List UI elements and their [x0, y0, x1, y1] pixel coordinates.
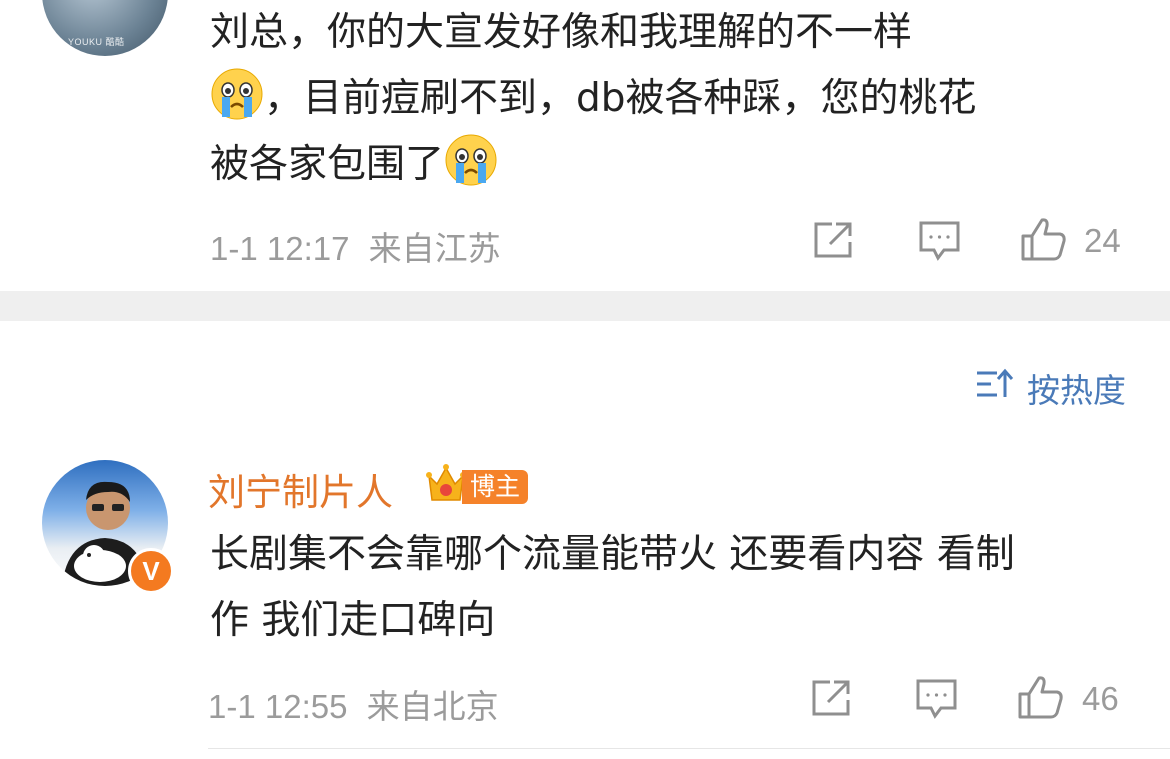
verified-badge: V	[128, 548, 174, 594]
like-icon[interactable]	[1017, 674, 1065, 724]
share-icon[interactable]	[810, 678, 854, 722]
share-icon[interactable]	[812, 220, 856, 264]
username[interactable]: 刘宁制片人	[208, 462, 393, 516]
comment-text-segment: ，目前痘刷不到，db被各种踩，您的桃花	[264, 76, 977, 121]
crown-icon	[425, 462, 467, 510]
section-divider	[0, 291, 1170, 321]
comment-icon[interactable]	[918, 220, 962, 266]
like-icon[interactable]	[1020, 216, 1068, 266]
comment-date: 1-1 12:55	[208, 688, 348, 725]
comment-source: 来自北京	[366, 688, 499, 725]
avatar[interactable]: YOUKU 酷酷	[42, 0, 168, 56]
comment-date: 1-1 12:17	[210, 230, 350, 267]
blogger-badge: 博主	[462, 470, 529, 504]
avatar-watermark: YOUKU 酷酷	[68, 37, 125, 47]
comment-meta: 1-1 12:55 来自北京	[208, 680, 499, 728]
row-divider	[208, 748, 1170, 749]
comment-text-line: 被各家包围了	[210, 132, 498, 198]
like-count: 46	[1082, 680, 1119, 717]
sort-label: 按热度	[1027, 371, 1126, 410]
comment-text-line: ，目前痘刷不到，db被各种踩，您的桃花	[210, 66, 977, 132]
comment-text-line: 长剧集不会靠哪个流量能带火 还要看内容 看制	[210, 532, 1015, 577]
like-count: 24	[1084, 222, 1121, 259]
crying-face-icon	[444, 133, 498, 187]
sort-icon	[975, 367, 1015, 409]
sort-by-hot-button[interactable]: 按热度	[975, 364, 1126, 412]
comment-text-line: 刘总，你的大宣发好像和我理解的不一样	[210, 10, 913, 55]
crying-face-icon	[210, 67, 264, 121]
comment-source: 来自江苏	[368, 230, 501, 267]
comment-icon[interactable]	[915, 678, 959, 724]
comment-meta: 1-1 12:17 来自江苏	[210, 222, 501, 270]
comment-text-segment: 被各家包围了	[210, 142, 445, 187]
comment-text-line: 作 我们走口碑向	[210, 598, 496, 643]
